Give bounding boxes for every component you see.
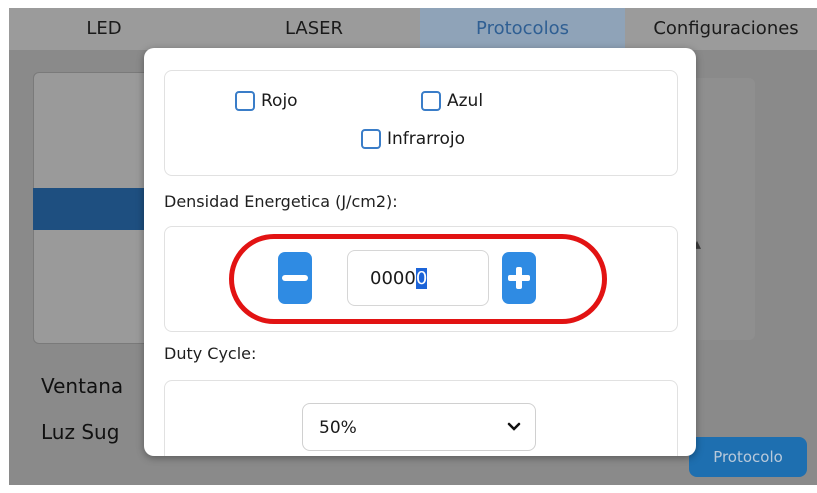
background-text-ventana: Ventana [41,374,124,398]
checkbox-infrarrojo[interactable]: Infrarrojo [361,129,465,149]
duty-cycle-value: 50% [319,418,357,438]
chevron-down-icon [507,404,521,456]
checkbox-rojo-label: Rojo [261,91,298,111]
checkbox-azul-label: Azul [447,91,484,111]
checkbox-azul[interactable]: Azul [421,91,483,111]
density-label: Densidad Energetica (J/cm2): [164,192,398,211]
checkbox-rojo[interactable]: Rojo [235,91,298,111]
protocolo-button[interactable]: Protocolo [689,437,807,477]
tab-laser[interactable]: LASER [259,8,369,50]
checkbox-azul-box[interactable] [421,91,441,111]
background-text-luz: Luz Sug [41,420,120,444]
checkbox-infrarrojo-label: Infrarrojo [387,129,466,149]
checkbox-rojo-box[interactable] [235,91,255,111]
background-selected-row [33,188,149,230]
tab-configuraciones[interactable]: Configuraciones [637,8,815,50]
tab-led[interactable]: LED [49,8,159,50]
duty-cycle-select[interactable]: 50% [302,403,536,451]
protocol-modal: Rojo Azul Infrarrojo Densidad Energetica… [144,48,696,456]
tab-protocolos[interactable]: Protocolos [420,8,625,50]
duty-cycle-label: Duty Cycle: [164,344,257,363]
checkbox-infrarrojo-box[interactable] [361,129,381,149]
tab-bar: LED LASER Protocolos Configuraciones [9,8,817,50]
color-options-card: Rojo Azul Infrarrojo [164,70,678,176]
highlight-ring [229,234,607,324]
